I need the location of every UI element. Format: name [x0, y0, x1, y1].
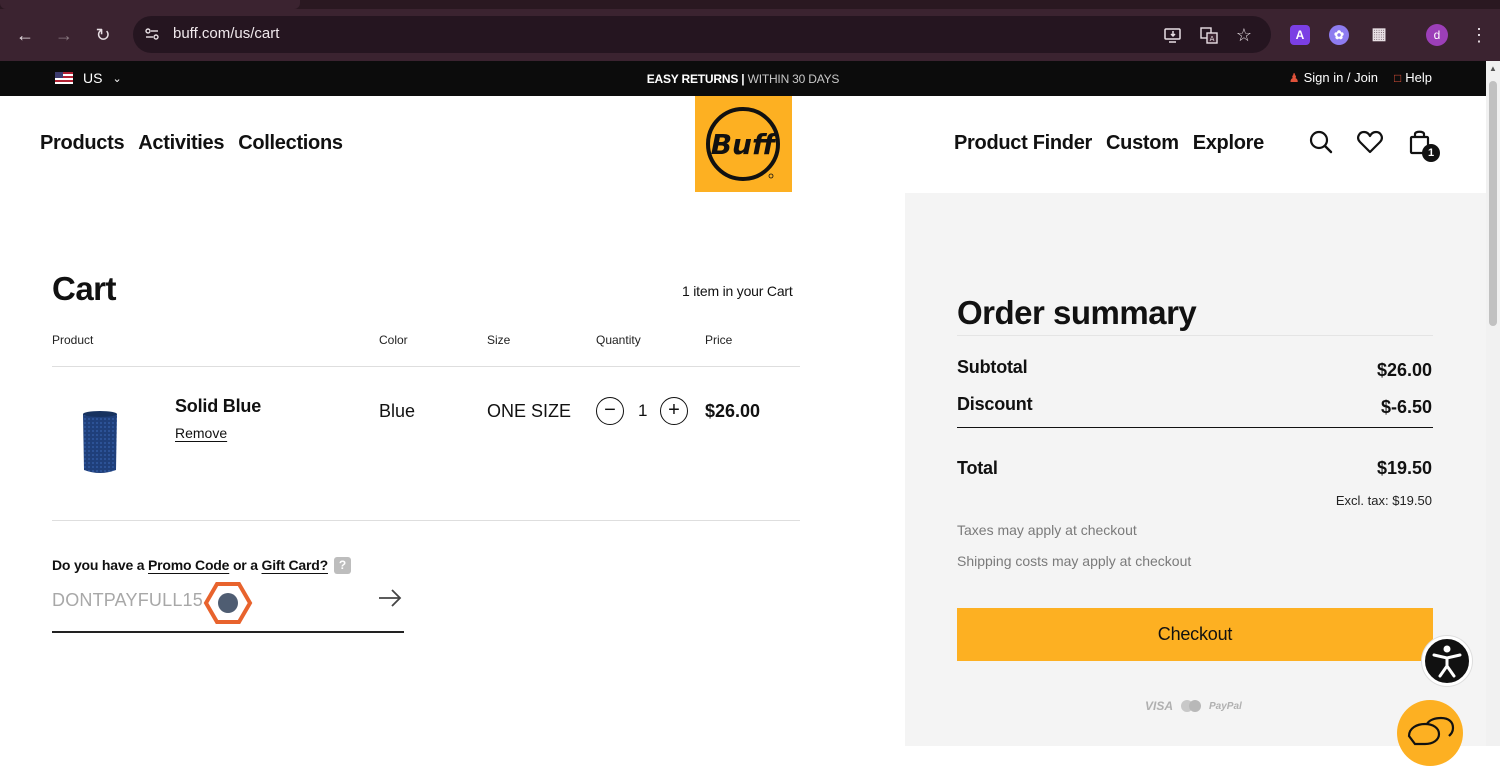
scroll-thumb[interactable]: [1489, 81, 1497, 326]
remove-button[interactable]: Remove: [175, 425, 227, 441]
page-title: Cart: [52, 270, 117, 307]
nav-products[interactable]: Products: [40, 132, 125, 155]
col-header-product: Product: [52, 333, 94, 347]
browser-tab[interactable]: [0, 0, 300, 9]
total-label: Total: [957, 458, 998, 478]
shipping-note: Shipping costs may apply at checkout: [957, 553, 1192, 569]
product-size: ONE SIZE: [487, 401, 572, 421]
col-header-color: Color: [379, 333, 408, 347]
click-cursor-marker: [203, 580, 253, 626]
announce-rest: WITHIN 30 DAYS: [747, 72, 840, 86]
accessibility-icon[interactable]: [1422, 636, 1472, 686]
url-text[interactable]: buff.com/us/cart: [173, 25, 279, 42]
mastercard-icon: [1181, 700, 1202, 712]
help-chat-icon: □: [1394, 71, 1402, 85]
chat-icon[interactable]: [1397, 700, 1463, 766]
total-value: $19.50: [1376, 458, 1432, 478]
col-header-quantity: Quantity: [596, 333, 641, 347]
col-header-size: Size: [487, 333, 511, 347]
logo-text: Buff: [711, 128, 778, 161]
product-name[interactable]: Solid Blue: [175, 396, 261, 417]
install-icon[interactable]: [1163, 25, 1183, 45]
divider: [957, 427, 1433, 428]
cart-item-count: 1 item in your Cart: [682, 283, 793, 299]
visa-icon: VISA: [1145, 699, 1174, 713]
announcement-bar: US ⌄ EASY RETURNS | WITHIN 30 DAYS ♟ Sign…: [0, 61, 1486, 96]
user-icon: ♟: [1288, 71, 1300, 85]
extension-bird-icon[interactable]: ✿: [1329, 25, 1349, 45]
page-scrollbar[interactable]: ▲: [1486, 61, 1500, 746]
promo-input-underline: [52, 631, 404, 633]
main-nav-right: Product Finder Custom Explore: [954, 132, 1264, 155]
buff-logo[interactable]: Buff: [695, 96, 792, 192]
paypal-icon: PayPal: [1209, 700, 1242, 712]
help-icon[interactable]: ?: [333, 557, 351, 574]
product-image[interactable]: [80, 410, 120, 478]
quantity-increase-button[interactable]: +: [660, 397, 688, 425]
taxes-note: Taxes may apply at checkout: [957, 522, 1137, 538]
nav-collections[interactable]: Collections: [238, 132, 343, 155]
divider: [957, 335, 1433, 336]
tab-strip: [0, 0, 1500, 9]
translate-icon[interactable]: A: [1199, 25, 1219, 45]
nav-custom[interactable]: Custom: [1106, 132, 1179, 155]
announce-sep: |: [738, 72, 748, 86]
main-nav-left: Products Activities Collections: [40, 132, 343, 155]
cart-count-badge: 1: [1422, 144, 1440, 162]
browser-menu-icon[interactable]: ⋮: [1470, 22, 1488, 48]
checkout-button[interactable]: Checkout: [957, 608, 1433, 661]
help-label: Help: [1405, 70, 1432, 85]
scroll-up-icon[interactable]: ▲: [1489, 65, 1497, 73]
subtotal-label: Subtotal: [957, 357, 1028, 377]
browser-toolbar: ← → ↻ buff.com/us/cart A ☆ A ✿ ▦ d ⋮: [0, 0, 1500, 61]
quantity-decrease-button[interactable]: −: [596, 397, 624, 425]
arrow-right-icon[interactable]: [376, 586, 404, 610]
profile-avatar[interactable]: d: [1426, 24, 1448, 46]
returns-announcement: EASY RETURNS | WITHIN 30 DAYS: [0, 72, 1486, 86]
forward-icon[interactable]: →: [51, 22, 77, 48]
svg-text:A: A: [1210, 35, 1215, 43]
divider: [52, 520, 800, 521]
extensions-icon[interactable]: ▦: [1369, 25, 1389, 45]
reload-icon[interactable]: ↻: [90, 22, 116, 48]
promo-code-link[interactable]: Promo Code: [148, 557, 229, 573]
divider: [52, 366, 800, 367]
excl-tax: Excl. tax: $19.50: [1335, 493, 1432, 508]
subtotal-value: $26.00: [1376, 360, 1432, 380]
payment-methods: VISA PayPal: [1145, 699, 1242, 713]
quantity-value: 1: [638, 401, 648, 420]
nav-explore[interactable]: Explore: [1193, 132, 1265, 155]
nav-activities[interactable]: Activities: [138, 132, 224, 155]
promo-question-prefix: Do you have a: [52, 557, 149, 573]
col-header-price: Price: [705, 333, 733, 347]
heart-icon[interactable]: [1356, 128, 1384, 156]
product-color: Blue: [379, 401, 416, 421]
discount-value: $-6.50: [1380, 397, 1432, 417]
help-link[interactable]: □ Help: [1394, 70, 1432, 85]
promo-question: Do you have a Promo Code or a Gift Card?…: [52, 557, 351, 574]
browser-tab-inactive[interactable]: [565, 0, 865, 9]
sign-in-link[interactable]: ♟ Sign in / Join: [1289, 70, 1378, 85]
gift-card-link[interactable]: Gift Card?: [262, 557, 329, 573]
search-icon[interactable]: [1307, 128, 1335, 156]
promo-question-mid: or a: [229, 557, 262, 573]
announce-bold: EASY RETURNS: [646, 72, 739, 86]
nav-product-finder[interactable]: Product Finder: [954, 132, 1092, 155]
site-info-icon[interactable]: [143, 25, 161, 43]
extension-a-icon[interactable]: A: [1290, 25, 1310, 45]
order-summary-title: Order summary: [957, 294, 1197, 331]
product-price: $26.00: [705, 401, 761, 421]
address-bar[interactable]: buff.com/us/cart A ☆: [133, 16, 1271, 53]
back-icon[interactable]: ←: [12, 22, 38, 48]
discount-label: Discount: [957, 394, 1033, 414]
star-icon[interactable]: ☆: [1234, 25, 1254, 45]
sign-in-label: Sign in / Join: [1303, 70, 1378, 85]
